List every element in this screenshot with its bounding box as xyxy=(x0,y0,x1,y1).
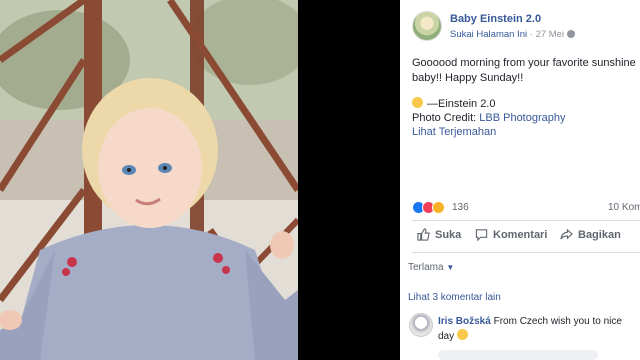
like-button[interactable]: Suka xyxy=(417,228,461,241)
credit-link[interactable]: LBB Photography xyxy=(479,112,565,124)
post-text: Goooood morning from your favorite sunsh… xyxy=(412,57,636,84)
page-avatar[interactable] xyxy=(412,11,442,41)
like-label: Suka xyxy=(435,228,462,241)
signature-text: —Einstein 2.0 xyxy=(427,98,496,110)
credit-label: Photo Credit: xyxy=(412,112,480,124)
post-photo[interactable] xyxy=(0,0,298,360)
divider xyxy=(412,220,640,221)
photo-illustration xyxy=(0,0,298,360)
photo-letterbox xyxy=(298,0,400,360)
chevron-down-icon: ▼ xyxy=(446,263,455,272)
sort-label: Terlama xyxy=(408,262,444,273)
comment-sort-dropdown[interactable]: Terlama ▼ xyxy=(408,262,454,273)
post-signature: —Einstein 2.0 xyxy=(412,97,495,111)
comment-input[interactable] xyxy=(438,350,598,360)
wow-reaction-icon xyxy=(432,201,445,214)
post-side-panel: Baby Einstein 2.0 Sukai Halaman Ini · 27… xyxy=(400,0,640,360)
comment-button[interactable]: Komentari xyxy=(475,228,547,241)
comment-bubble: Iris Božská From Czech wish you to nice … xyxy=(438,315,638,344)
post-header: Baby Einstein 2.0 Sukai Halaman Ini · 27… xyxy=(412,11,640,43)
reaction-summary[interactable]: 136 10 Kom xyxy=(412,201,640,215)
post-meta: Sukai Halaman Ini · 27 Mei xyxy=(450,29,576,40)
like-icon xyxy=(417,228,430,241)
globe-icon xyxy=(567,30,576,38)
share-icon xyxy=(560,228,573,240)
smiley-emoji xyxy=(412,97,423,108)
post-date[interactable]: 27 Mei xyxy=(536,29,565,40)
like-page-link[interactable]: Sukai Halaman Ini xyxy=(450,29,527,40)
comment-icon xyxy=(475,229,488,241)
comment-count[interactable]: 10 Kom xyxy=(608,202,640,213)
action-bar: Suka Komentari Bagikan xyxy=(412,228,640,248)
reaction-count[interactable]: 136 xyxy=(452,202,469,213)
smiley-emoji xyxy=(456,329,468,340)
page-name-link[interactable]: Baby Einstein 2.0 xyxy=(450,13,541,25)
comment-author[interactable]: Iris Božská xyxy=(438,316,491,327)
view-more-comments-link[interactable]: Lihat 3 komentar lain xyxy=(408,292,501,303)
avatar[interactable] xyxy=(409,313,433,337)
share-label: Bagikan xyxy=(578,228,621,241)
share-button[interactable]: Bagikan xyxy=(560,228,621,241)
comment-label: Komentari xyxy=(493,228,548,241)
see-translation-link[interactable]: Lihat Terjemahan xyxy=(412,126,496,138)
photo-credit: Photo Credit: LBB Photography xyxy=(412,112,566,124)
meta-separator: · xyxy=(527,29,536,40)
divider xyxy=(412,252,640,253)
